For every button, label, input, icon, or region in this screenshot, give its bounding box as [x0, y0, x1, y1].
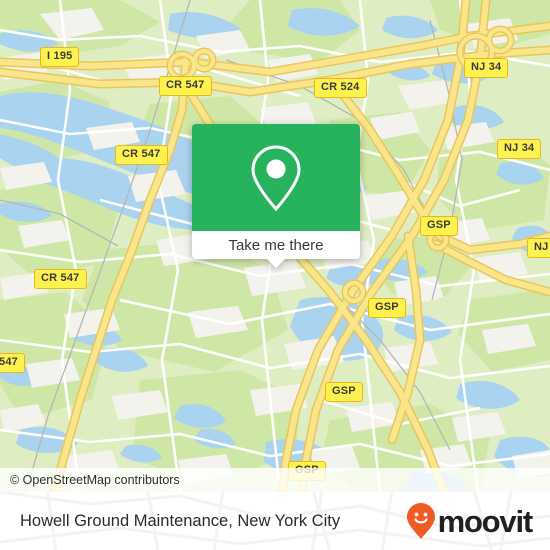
- road-shield-cr-547-top: CR 547: [159, 76, 212, 96]
- callout-pointer-tail: [267, 259, 285, 268]
- bottom-bar-content: Howell Ground Maintenance, New York City…: [0, 492, 550, 550]
- road-shield-547-clipped: 547: [0, 353, 25, 373]
- moovit-place-map-screenshot: I 195 CR 547 CR 524 NJ 34 CR 547 NJ 34 GSP NJ 3…: [0, 0, 550, 550]
- place-title: Howell Ground Maintenance, New York City: [20, 511, 341, 530]
- moovit-smiley-pin-icon: [406, 503, 435, 539]
- callout-footer[interactable]: Take me there: [192, 231, 360, 268]
- callout-header: [192, 124, 360, 231]
- place-callout-card[interactable]: Take me there: [192, 124, 360, 268]
- moovit-logo[interactable]: moovit: [406, 502, 534, 540]
- road-shield-nj-34-right: NJ 34: [497, 139, 542, 159]
- map-pin-icon: [251, 144, 301, 211]
- road-shield-cr-547-lower: CR 547: [34, 269, 87, 289]
- osm-attribution-bar: © OpenStreetMap contributors: [0, 468, 550, 492]
- take-me-there-label[interactable]: Take me there: [228, 237, 323, 254]
- bottom-info-bar: Howell Ground Maintenance, New York City…: [0, 492, 550, 550]
- road-shield-cr-547-mid: CR 547: [115, 145, 168, 165]
- road-shield-i-195: I 195: [40, 47, 80, 67]
- road-shield-nj-34-top: NJ 34: [464, 58, 509, 78]
- road-shield-gsp-lower: GSP: [325, 382, 363, 402]
- road-shield-gsp-mid: GSP: [368, 298, 406, 318]
- road-shield-gsp-upper-right: GSP: [420, 216, 458, 236]
- moovit-wordmark: moovit: [437, 503, 534, 539]
- road-shield-cr-524: CR 524: [314, 78, 367, 98]
- road-shield-nj-3-clipped: NJ 3: [527, 238, 550, 258]
- osm-attribution-text[interactable]: © OpenStreetMap contributors: [0, 473, 180, 487]
